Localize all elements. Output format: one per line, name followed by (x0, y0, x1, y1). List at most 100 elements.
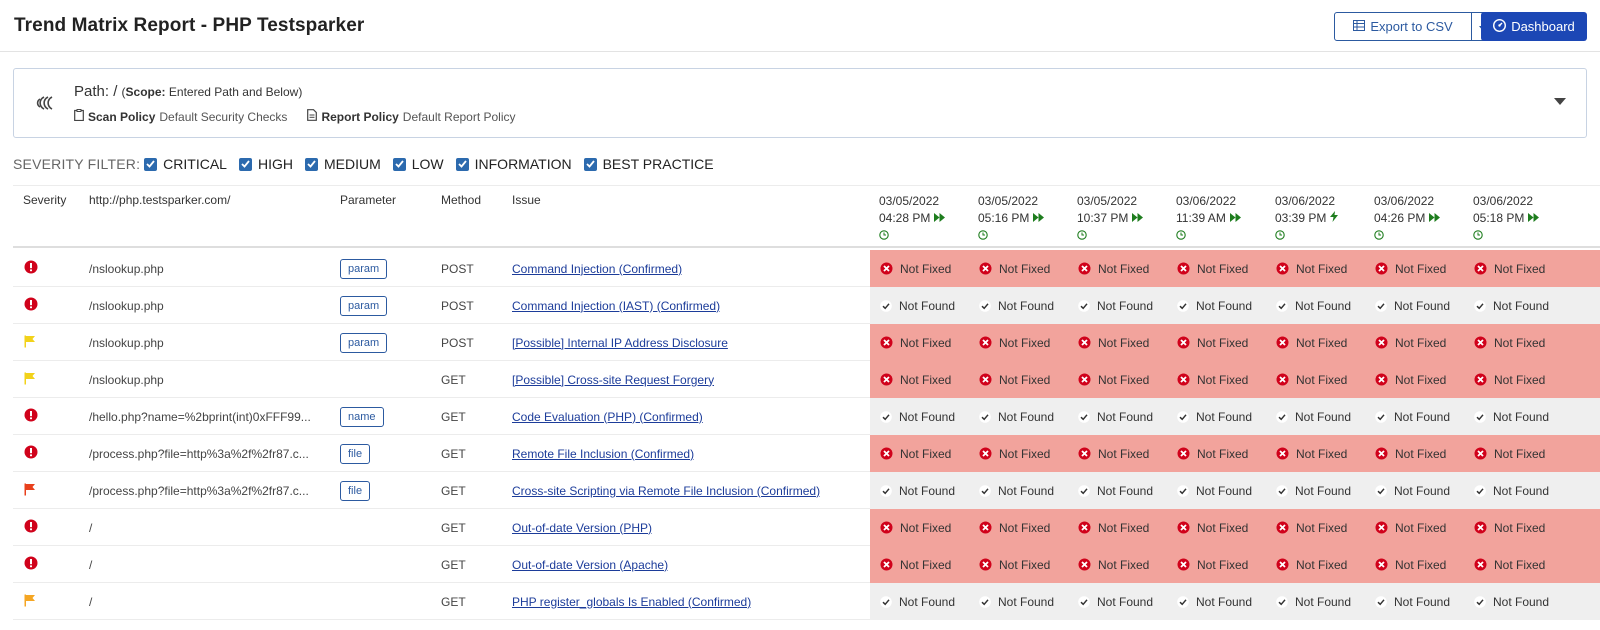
url-cell: /process.php?file=http%3a%2f%2fr87.c... (89, 483, 309, 498)
checkbox-checked-icon[interactable] (392, 157, 406, 171)
export-csv-button[interactable]: Export to CSV (1334, 12, 1472, 41)
status-cell: Not Found (969, 472, 1068, 509)
not-fixed-icon (1177, 558, 1190, 571)
scan-date: 03/06/2022 (1176, 194, 1237, 208)
issue-link[interactable]: Command Injection (Confirmed) (512, 262, 682, 276)
status-cell: Not Fixed (969, 250, 1068, 287)
issue-link[interactable]: PHP register_globals Is Enabled (Confirm… (512, 595, 751, 609)
issue-link[interactable]: Out-of-date Version (Apache) (512, 558, 668, 572)
scan-time: 03:39 PM (1275, 211, 1327, 225)
scan-time: 05:18 PM (1473, 211, 1525, 225)
not-fixed-icon (1276, 521, 1289, 534)
not-fixed-icon (1276, 262, 1289, 275)
status-label: Not Fixed (1395, 557, 1447, 572)
status-label: Not Fixed (999, 372, 1051, 387)
status-label: Not Fixed (1494, 335, 1546, 350)
scan-time-line: 04:26 PM (1374, 210, 1441, 227)
dashboard-button[interactable]: Dashboard (1481, 12, 1587, 41)
status-label: Not Found (1394, 298, 1451, 313)
dashboard-label: Dashboard (1511, 19, 1575, 34)
not-fixed-icon (1474, 336, 1487, 349)
checkbox-checked-icon[interactable] (455, 157, 469, 171)
parameter-tag: param (340, 332, 388, 353)
status-cell: Not Fixed (870, 546, 969, 583)
not-fixed-icon (1276, 558, 1289, 571)
not-found-check-icon (1276, 595, 1288, 608)
status-label: Not Fixed (1395, 372, 1447, 387)
status-label: Not Found (899, 409, 956, 424)
critical-severity-icon (24, 408, 38, 425)
severity-filter-best-practice[interactable]: BEST PRACTICE (583, 156, 714, 172)
severity-filter-information[interactable]: INFORMATION (455, 156, 572, 172)
status-cell: Not Fixed (1167, 546, 1266, 583)
status-label: Not Fixed (1197, 446, 1249, 461)
status-cell: Not Found (1068, 287, 1167, 324)
checkbox-checked-icon[interactable] (304, 157, 318, 171)
path-summary-panel: Path: / (Scope: Entered Path and Below) … (13, 68, 1587, 138)
not-fixed-icon (1177, 336, 1190, 349)
severity-filter-critical[interactable]: CRITICAL (144, 156, 227, 172)
status-cell: Not Fixed (1167, 361, 1266, 398)
panel-expand-toggle[interactable] (1554, 98, 1566, 105)
parameter-tag: name (340, 406, 384, 427)
critical-severity-icon (24, 445, 38, 462)
scan-date: 03/05/2022 (1077, 194, 1138, 208)
parameter-tag: param (340, 258, 388, 279)
status-cell: Not Found (870, 472, 969, 509)
severity-cell (24, 509, 38, 546)
checkbox-checked-icon[interactable] (238, 157, 252, 171)
status-label: Not Found (1097, 298, 1154, 313)
issue-link[interactable]: Cross-site Scripting via Remote File Inc… (512, 484, 820, 498)
scan-column-header: 03/06/2022 03:39 PM (1275, 193, 1339, 245)
issue-link[interactable]: Code Evaluation (PHP) (Confirmed) (512, 410, 703, 424)
status-cell: Not Found (969, 398, 1068, 435)
status-label: Not Found (1493, 594, 1550, 609)
not-fixed-icon (1276, 373, 1289, 386)
severity-filter-label-item: MEDIUM (323, 156, 381, 172)
medium-severity-flag-icon (24, 594, 36, 610)
not-fixed-icon (1375, 447, 1388, 460)
scan-column-header: 03/06/2022 05:18 PM (1473, 193, 1540, 245)
url-cell: /nslookup.php (89, 261, 164, 276)
severity-cell (24, 435, 38, 472)
issue-link[interactable]: Remote File Inclusion (Confirmed) (512, 447, 694, 461)
critical-severity-icon (24, 260, 38, 277)
status-label: Not Found (1196, 483, 1253, 498)
severity-filter-medium[interactable]: MEDIUM (304, 156, 381, 172)
scan-column-header: 03/05/2022 10:37 PM (1077, 193, 1144, 245)
status-label: Not Fixed (1197, 557, 1249, 572)
severity-filter-label-item: CRITICAL (163, 156, 227, 172)
status-label: Not Fixed (1395, 446, 1447, 461)
severity-cell (24, 287, 38, 324)
severity-filter-low[interactable]: LOW (392, 156, 444, 172)
not-found-check-icon (979, 595, 991, 608)
status-cell: Not Fixed (1167, 435, 1266, 472)
not-fixed-icon (979, 521, 992, 534)
status-label: Not Fixed (900, 520, 952, 535)
not-fixed-icon (880, 521, 893, 534)
status-label: Not Found (1493, 483, 1550, 498)
issue-link[interactable]: Out-of-date Version (PHP) (512, 521, 652, 535)
issue-link[interactable]: [Possible] Cross-site Request Forgery (512, 373, 714, 387)
status-cell: Not Fixed (1464, 546, 1600, 583)
not-fixed-icon (1375, 558, 1388, 571)
not-found-check-icon (880, 484, 892, 497)
not-fixed-icon (1474, 558, 1487, 571)
status-cell: Not Fixed (1068, 509, 1167, 546)
issue-link[interactable]: [Possible] Internal IP Address Disclosur… (512, 336, 728, 350)
status-label: Not Fixed (1098, 520, 1150, 535)
checkbox-checked-icon[interactable] (583, 157, 597, 171)
status-label: Not Fixed (1098, 261, 1150, 276)
issue-link[interactable]: Command Injection (IAST) (Confirmed) (512, 299, 720, 313)
header-method: Method (441, 193, 482, 207)
severity-filter-high[interactable]: HIGH (238, 156, 293, 172)
method-cell: GET (441, 557, 466, 572)
not-fixed-icon (1474, 373, 1487, 386)
not-found-check-icon (1276, 299, 1288, 312)
status-label: Not Fixed (1296, 446, 1348, 461)
status-cell: Not Fixed (1365, 324, 1464, 361)
checkbox-checked-icon[interactable] (144, 157, 158, 171)
parameter-cell: param (340, 250, 388, 287)
status-cell: Not Found (1167, 398, 1266, 435)
severity-cell (24, 361, 36, 398)
